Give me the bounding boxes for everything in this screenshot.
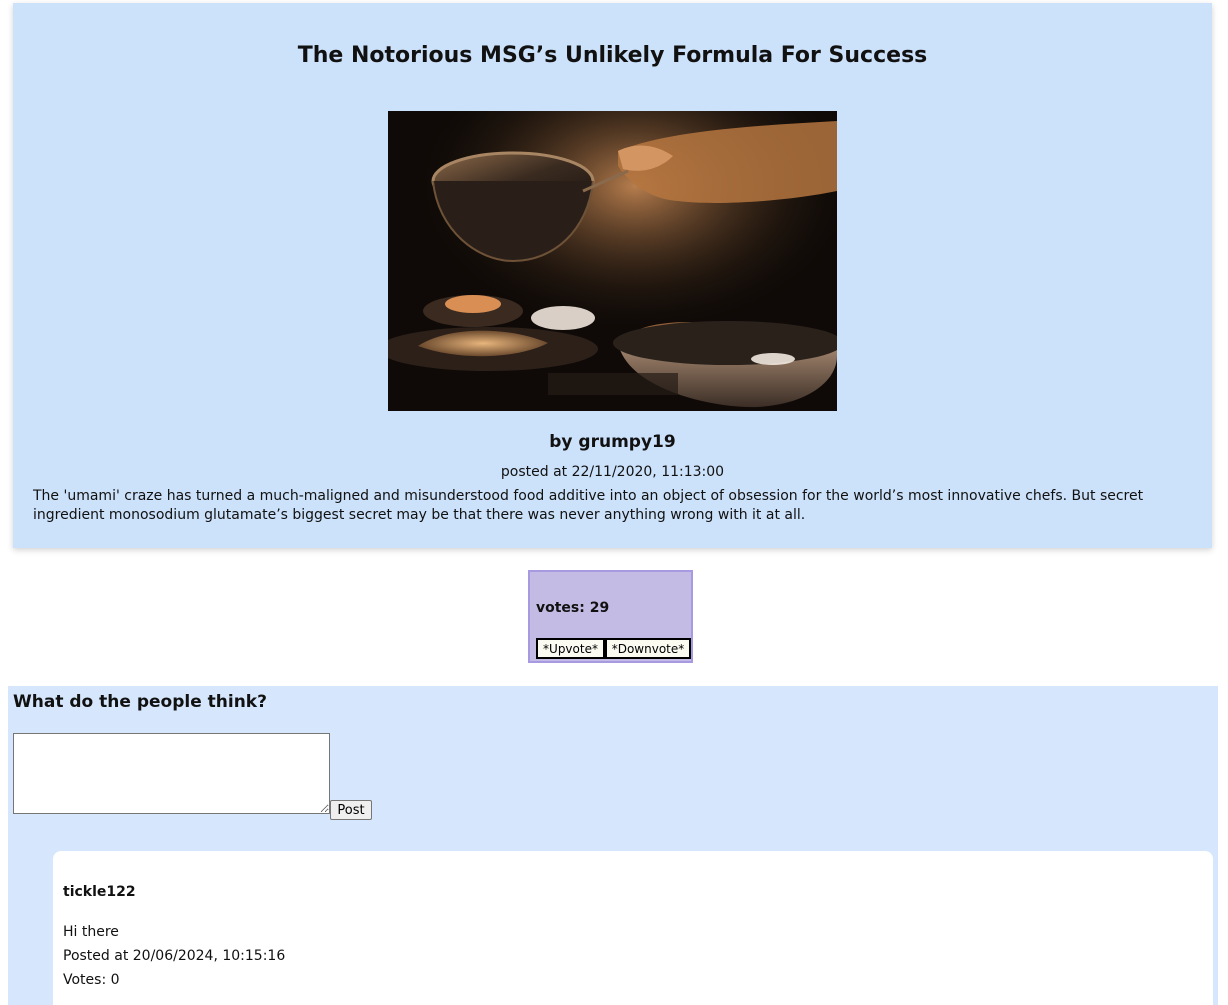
vote-panel: votes: 29 *Upvote* *Downvote* [528, 570, 693, 663]
comments-heading: What do the people think? [13, 692, 267, 712]
article-image [388, 111, 837, 411]
comment-author: tickle122 [63, 884, 136, 900]
vote-count: votes: 29 [536, 600, 610, 616]
comment-body: Hi there [63, 924, 119, 940]
article-summary: The 'umami' craze has turned a much-mali… [33, 488, 1144, 523]
comment-votes: Votes: 0 [63, 972, 120, 988]
upvote-button[interactable]: *Upvote* [536, 638, 605, 659]
comment-posted-date: Posted at 20/06/2024, 10:15:16 [63, 948, 286, 964]
article-posted-date: posted at 22/11/2020, 11:13:00 [500, 464, 725, 480]
comment-card: tickle122 Hi there Posted at 20/06/2024,… [53, 851, 1213, 1005]
downvote-button[interactable]: *Downvote* [605, 638, 691, 659]
article-author: by grumpy19 [549, 432, 676, 452]
article-card: The Notorious MSG’s Unlikely Formula For… [13, 3, 1212, 548]
article-title: The Notorious MSG’s Unlikely Formula For… [297, 43, 928, 68]
comments-section: What do the people think? Post tickle122… [8, 686, 1218, 1005]
comment-input[interactable] [13, 733, 330, 814]
post-comment-button[interactable]: Post [330, 800, 372, 820]
